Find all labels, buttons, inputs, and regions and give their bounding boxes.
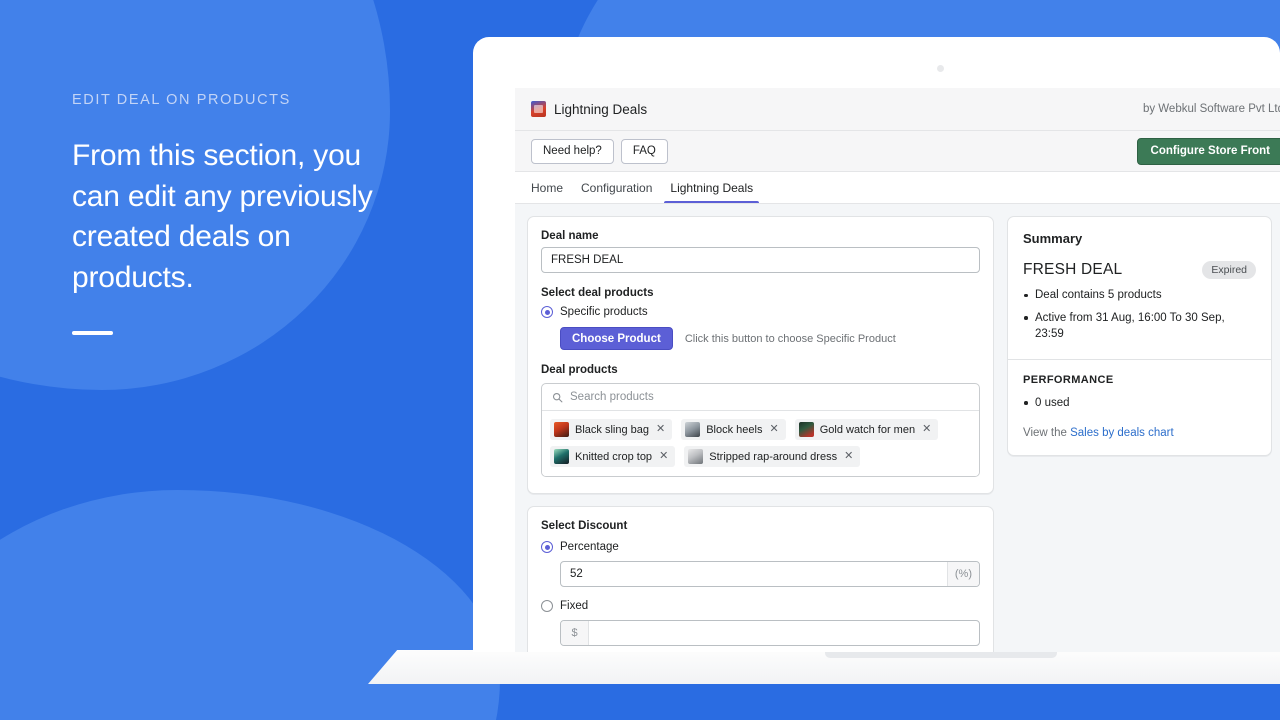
sales-by-deals-chart-link[interactable]: Sales by deals chart bbox=[1070, 427, 1174, 439]
product-tag-list: Black sling bag ✕ Block heels ✕ Gold watch f… bbox=[542, 411, 979, 476]
product-tag: Gold watch for men ✕ bbox=[794, 419, 939, 440]
product-tag: Stripped rap-around dress ✕ bbox=[684, 446, 861, 467]
performance-bullet: 0 used bbox=[1023, 395, 1256, 412]
laptop-screen: Lightning Deals by Webkul Software Pvt L… bbox=[473, 37, 1280, 652]
fixed-label: Fixed bbox=[560, 600, 589, 612]
laptop-base bbox=[368, 650, 1280, 684]
product-tag-label: Knitted crop top bbox=[575, 450, 653, 463]
performance-heading: PERFORMANCE bbox=[1023, 373, 1114, 386]
app-title: Lightning Deals bbox=[554, 101, 648, 117]
deal-name-label: Deal name bbox=[541, 230, 599, 242]
app-vendor: by Webkul Software Pvt Ltd bbox=[1142, 103, 1280, 115]
browser-viewport: Lightning Deals by Webkul Software Pvt L… bbox=[515, 88, 1280, 652]
app-tabs: Home Configuration Lightning Deals bbox=[515, 172, 1280, 204]
app-title-wrap: Lightning Deals bbox=[531, 101, 647, 117]
summary-card: Summary FRESH DEAL Expired Deal contains… bbox=[1007, 216, 1272, 456]
app-actionbar: Need help? FAQ Configure Store Front bbox=[515, 131, 1280, 172]
deal-name-input[interactable] bbox=[541, 247, 980, 273]
app-topbar: Lightning Deals by Webkul Software Pvt L… bbox=[515, 88, 1280, 131]
product-search-row[interactable] bbox=[542, 384, 979, 411]
deal-products-label: Deal products bbox=[541, 364, 618, 376]
select-deal-products-label: Select deal products bbox=[541, 287, 654, 299]
product-thumbnail bbox=[554, 422, 569, 437]
webcam-dot bbox=[937, 65, 944, 72]
percentage-radio[interactable] bbox=[541, 541, 553, 553]
summary-deal-row: FRESH DEAL Expired bbox=[1023, 261, 1256, 279]
choose-product-row: Choose Product Click this button to choo… bbox=[560, 327, 980, 350]
side-column: Summary FRESH DEAL Expired Deal contains… bbox=[1007, 216, 1272, 456]
fixed-input[interactable] bbox=[589, 621, 979, 645]
summary-bullet: Deal contains 5 products bbox=[1023, 287, 1256, 304]
need-help-button[interactable]: Need help? bbox=[531, 138, 614, 164]
specific-products-radio-row[interactable]: Specific products bbox=[541, 306, 980, 318]
configure-store-front-button[interactable]: Configure Store Front bbox=[1136, 137, 1280, 165]
product-tag-label: Stripped rap-around dress bbox=[709, 450, 838, 463]
summary-deal-name: FRESH DEAL bbox=[1023, 261, 1123, 278]
remove-product-icon[interactable]: ✕ bbox=[843, 451, 853, 462]
promo-headline: From this section, you can edit any prev… bbox=[72, 139, 373, 294]
fixed-input-row: $ bbox=[560, 620, 980, 646]
remove-product-icon[interactable]: ✕ bbox=[658, 451, 668, 462]
promo-eyebrow: EDIT DEAL ON PRODUCTS bbox=[72, 92, 291, 108]
product-search-input[interactable] bbox=[570, 391, 969, 403]
product-thumbnail bbox=[685, 422, 701, 437]
choose-product-button[interactable]: Choose Product bbox=[560, 327, 673, 350]
summary-heading: Summary bbox=[1023, 231, 1083, 246]
tab-lightning-deals[interactable]: Lightning Deals bbox=[662, 172, 761, 203]
lightning-deals-app-icon bbox=[531, 101, 546, 117]
status-badge: Expired bbox=[1202, 261, 1256, 279]
product-tag-label: Block heels bbox=[706, 423, 763, 436]
product-tag: Black sling bag ✕ bbox=[550, 419, 673, 440]
promo-divider bbox=[72, 331, 113, 335]
remove-product-icon[interactable]: ✕ bbox=[655, 424, 665, 435]
specific-products-label: Specific products bbox=[560, 306, 648, 318]
summary-bullet: Active from 31 Aug, 16:00 To 30 Sep, 23:… bbox=[1023, 310, 1256, 343]
product-tag-label: Gold watch for men bbox=[819, 423, 916, 436]
product-tag-label: Black sling bag bbox=[575, 423, 649, 436]
tab-configuration[interactable]: Configuration bbox=[573, 172, 660, 203]
percentage-input[interactable] bbox=[561, 562, 948, 586]
fixed-radio-row[interactable]: Fixed bbox=[541, 600, 980, 612]
percentage-suffix: (%) bbox=[947, 562, 979, 586]
remove-product-icon[interactable]: ✕ bbox=[768, 424, 778, 435]
specific-products-radio[interactable] bbox=[541, 306, 553, 318]
choose-product-hint: Click this button to choose Specific Pro… bbox=[684, 332, 896, 345]
summary-section: Summary FRESH DEAL Expired Deal contains… bbox=[1008, 217, 1271, 359]
fixed-currency-prefix: $ bbox=[561, 621, 589, 645]
percentage-radio-row[interactable]: Percentage bbox=[541, 541, 980, 553]
performance-section: PERFORMANCE 0 used View the Sales by dea… bbox=[1008, 360, 1271, 456]
deal-form-card: Deal name Select deal products Specific … bbox=[527, 216, 994, 494]
percentage-label: Percentage bbox=[560, 541, 619, 553]
tab-home[interactable]: Home bbox=[523, 172, 571, 203]
faq-button[interactable]: FAQ bbox=[620, 138, 668, 164]
product-thumbnail bbox=[688, 449, 704, 464]
search-icon bbox=[552, 392, 563, 402]
remove-product-icon[interactable]: ✕ bbox=[921, 424, 931, 435]
summary-bullet-list: Deal contains 5 products Active from 31 A… bbox=[1023, 287, 1256, 343]
performance-bullet-list: 0 used bbox=[1023, 395, 1256, 412]
product-picker: Black sling bag✕Block heels✕Gold watch f… bbox=[541, 383, 980, 477]
product-tag: Block heels ✕ bbox=[681, 419, 786, 440]
main-column: Deal name Select deal products Specific … bbox=[527, 216, 994, 652]
promo-copy: EDIT DEAL ON PRODUCTS From this section,… bbox=[72, 92, 412, 335]
product-thumbnail bbox=[554, 449, 569, 464]
page-body: Deal name Select deal products Specific … bbox=[515, 204, 1280, 652]
view-chart-line: View the Sales by deals chart bbox=[1023, 427, 1256, 439]
fixed-radio[interactable] bbox=[541, 600, 553, 612]
select-discount-label: Select Discount bbox=[541, 520, 628, 532]
discount-card: Select Discount Percentage (%) Fixed bbox=[527, 506, 994, 652]
percentage-input-row: (%) bbox=[560, 561, 980, 587]
background-blob-bottom bbox=[0, 490, 500, 720]
product-tag: Knitted crop top ✕ bbox=[550, 446, 676, 467]
view-chart-prefix: View the bbox=[1023, 427, 1071, 439]
product-thumbnail bbox=[798, 422, 814, 437]
